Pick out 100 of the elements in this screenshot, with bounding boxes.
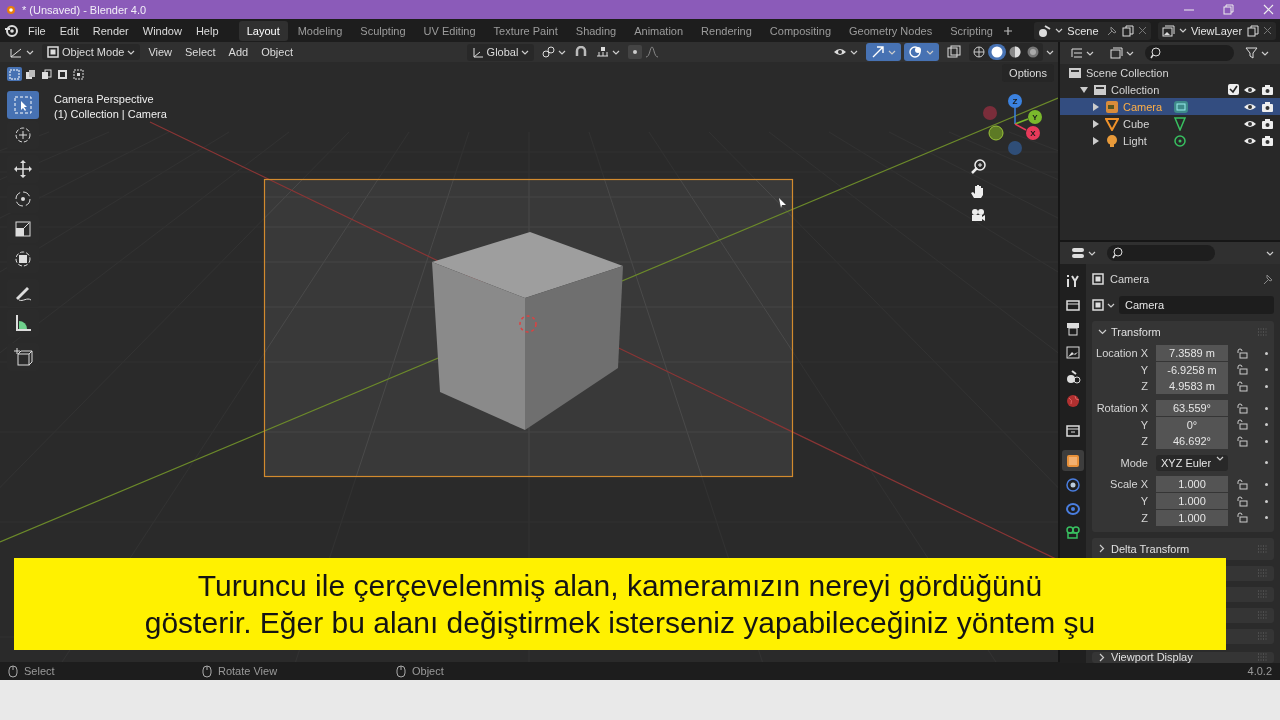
panel-header[interactable]: Transform (1092, 321, 1274, 343)
number-field[interactable]: 63.559° (1156, 400, 1228, 417)
lock-icon[interactable] (1236, 364, 1248, 376)
keyframe-dot-icon[interactable] (1265, 368, 1268, 372)
close-icon[interactable] (1263, 26, 1272, 35)
keyframe-dot-icon[interactable] (1265, 499, 1268, 503)
drag-handle-icon[interactable] (1258, 590, 1268, 599)
options-dropdown[interactable]: Options (1002, 64, 1054, 82)
orientation-dropdown[interactable]: Global (466, 43, 535, 61)
selection-mode-button[interactable] (39, 67, 54, 81)
wireframe-shading-button[interactable] (970, 44, 988, 60)
keyframe-dot-icon[interactable] (1265, 406, 1268, 410)
workspace-tab[interactable]: Compositing (761, 20, 839, 41)
camera-icon[interactable] (1261, 83, 1274, 96)
keyframe-dot-icon[interactable] (1265, 461, 1268, 465)
workspace-tab[interactable]: Modeling (289, 20, 351, 41)
menu-item[interactable]: Render (86, 21, 135, 40)
lock-icon[interactable] (1236, 347, 1248, 359)
workspace-tab[interactable]: Texture Paint (485, 20, 566, 41)
object-type-dropdown[interactable] (1092, 299, 1115, 311)
collapsed-arrow-icon[interactable] (1092, 102, 1101, 111)
camera-data-icon[interactable] (1173, 99, 1189, 114)
workspace-tab[interactable]: Sculpting (352, 20, 414, 41)
add-icon[interactable] (1002, 25, 1013, 36)
overlay-button[interactable] (904, 43, 939, 61)
search-field[interactable] (1107, 245, 1215, 261)
camera-icon[interactable] (1261, 134, 1274, 147)
number-field[interactable]: 1.000 (1156, 509, 1228, 526)
workspace-tab[interactable]: UV Editing (415, 20, 484, 41)
menu-item[interactable]: Select (180, 44, 221, 60)
number-field[interactable]: 46.692° (1156, 433, 1228, 450)
number-field[interactable]: 7.3589 m (1156, 345, 1228, 362)
camera-icon[interactable] (1261, 117, 1274, 130)
selection-mode-button[interactable] (23, 67, 38, 81)
keyframe-dot-icon[interactable] (1265, 439, 1268, 443)
drag-handle-icon[interactable] (1258, 653, 1268, 662)
menu-item[interactable]: Window (136, 21, 188, 40)
blender-logo-icon[interactable] (4, 22, 20, 39)
triangle-data-icon[interactable] (1173, 116, 1189, 131)
lock-icon[interactable] (1236, 435, 1248, 447)
axis-handle[interactable] (1008, 141, 1022, 155)
search-field[interactable] (1145, 45, 1234, 61)
camera-icon[interactable] (1261, 100, 1274, 113)
number-field[interactable]: 4.9583 m (1156, 378, 1228, 395)
properties-tab[interactable] (1062, 450, 1084, 471)
menu-item[interactable]: Help (189, 21, 225, 40)
solid-shading-button[interactable] (988, 44, 1006, 60)
pin-icon[interactable] (1106, 24, 1118, 37)
workspace-tab[interactable]: Geometry Nodes (841, 20, 941, 41)
number-field[interactable]: 1.000 (1156, 476, 1228, 493)
zoom-icon[interactable] (970, 158, 986, 174)
proportional-edit-icon[interactable] (628, 45, 643, 59)
checkbox-checked-icon[interactable] (1228, 84, 1239, 95)
copy-icon[interactable] (1247, 24, 1259, 37)
falloff-curve-icon[interactable] (645, 46, 660, 58)
hand-icon[interactable] (970, 183, 986, 199)
outliner-row[interactable]: Collection (1060, 81, 1280, 98)
outliner-row[interactable]: Camera (1060, 98, 1280, 115)
restore-icon[interactable] (1223, 4, 1235, 15)
menu-item[interactable]: Edit (53, 21, 85, 40)
image-stack-icon[interactable] (1161, 24, 1175, 37)
panel-header[interactable]: Viewport Display (1092, 651, 1274, 663)
mode-dropdown[interactable]: Object Mode (42, 44, 141, 60)
lock-icon[interactable] (1236, 478, 1248, 490)
outliner-row[interactable]: Light (1060, 132, 1280, 149)
close-icon[interactable] (1138, 26, 1147, 35)
pin-icon[interactable] (1262, 273, 1274, 285)
drag-handle-icon[interactable] (1258, 328, 1268, 336)
workspace-tab[interactable]: Animation (626, 20, 692, 41)
number-field[interactable]: 1.000 (1156, 493, 1228, 510)
copy-icon[interactable] (1122, 24, 1134, 37)
lock-icon[interactable] (1236, 495, 1248, 507)
keyframe-dot-icon[interactable] (1265, 516, 1268, 520)
keyframe-dot-icon[interactable] (1265, 385, 1268, 388)
workspace-tab[interactable]: Rendering (693, 20, 760, 41)
collapsed-arrow-icon[interactable] (1092, 119, 1101, 128)
bulb-data-icon[interactable] (1173, 133, 1189, 148)
panel-header[interactable]: Delta Transform (1092, 537, 1274, 560)
menu-item[interactable]: View (143, 44, 178, 60)
selection-mode-button[interactable] (71, 67, 86, 81)
axis-handle[interactable] (988, 125, 1004, 141)
workspace-tab[interactable]: Scripting (942, 20, 1001, 41)
drag-handle-icon[interactable] (1258, 569, 1268, 578)
lock-icon[interactable] (1236, 402, 1248, 414)
magnet-icon[interactable] (574, 46, 589, 58)
keyframe-dot-icon[interactable] (1265, 482, 1268, 486)
drag-handle-icon[interactable] (1258, 544, 1268, 553)
keyframe-dot-icon[interactable] (1265, 423, 1268, 427)
axis-handle[interactable] (983, 106, 997, 120)
workspace-tab[interactable]: Layout (238, 20, 288, 41)
drag-handle-icon[interactable] (1258, 611, 1268, 620)
menu-item[interactable]: Object (256, 44, 298, 60)
expanded-arrow-icon[interactable] (1080, 85, 1089, 94)
drag-handle-icon[interactable] (1258, 632, 1268, 641)
outliner-row[interactable]: Scene Collection (1060, 64, 1280, 81)
scene-icon[interactable] (1038, 24, 1052, 37)
gizmo-button[interactable] (866, 43, 901, 61)
selection-mode-button[interactable] (55, 67, 70, 81)
lock-icon[interactable] (1236, 419, 1248, 431)
workspace-tab[interactable]: Shading (567, 20, 625, 41)
